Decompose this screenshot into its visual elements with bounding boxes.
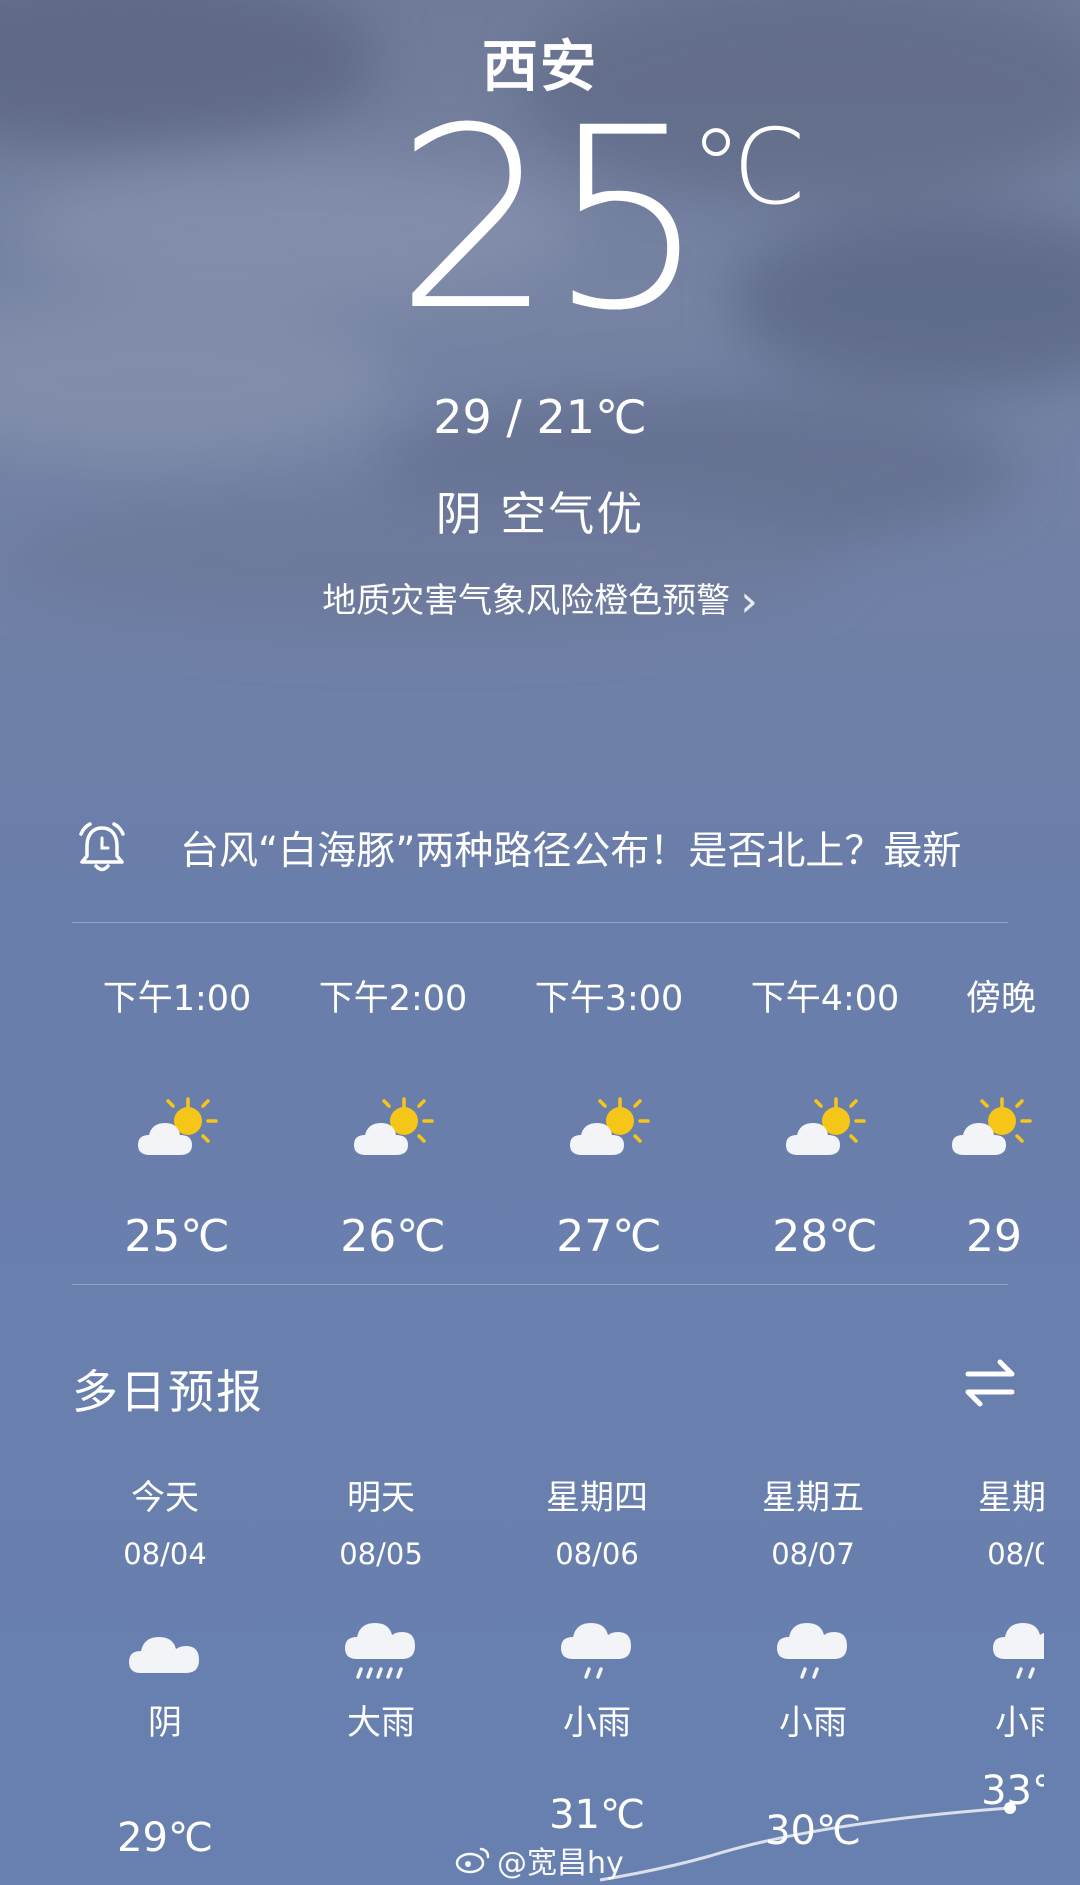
day-high-temp: 31℃	[549, 1792, 645, 1838]
hour-time: 下午1:00	[102, 979, 252, 1019]
weather-condition: 阴 空气优	[435, 487, 645, 541]
day-high-temp: 30℃	[765, 1808, 861, 1854]
heavy-rain-icon	[341, 1611, 421, 1691]
hour-time: 下午4:00	[750, 979, 900, 1019]
day-condition: 小雨	[995, 1703, 1044, 1743]
partly-cloudy-icon	[132, 1091, 222, 1171]
hour-time: 傍晚	[966, 979, 1037, 1019]
day-condition: 大雨	[347, 1703, 415, 1743]
day-high-temp: 33℃	[981, 1768, 1044, 1814]
partly-cloudy-icon	[564, 1091, 654, 1171]
day-date: 08/06	[555, 1537, 639, 1571]
current-temperature: 25 ℃	[0, 95, 1080, 345]
partly-cloudy-icon	[946, 1091, 1036, 1171]
hour-temperature: 27℃	[556, 1211, 662, 1260]
daily-item[interactable]: 今天 08/04 阴	[60, 1470, 270, 1744]
hour-temperature: 25℃	[124, 1211, 230, 1260]
multi-day-title: 多日预报	[72, 1365, 264, 1419]
divider	[72, 1284, 1008, 1285]
hourly-forecast[interactable]: 下午1:00 25℃ 下午2:00 26℃ 下午3:00 27℃ 下午4:00 …	[72, 960, 1044, 1260]
partly-cloudy-icon	[348, 1091, 438, 1171]
warning-text: 地质灾害气象风险橙色预警	[322, 581, 731, 621]
partly-cloudy-icon	[780, 1091, 870, 1171]
hour-time: 下午2:00	[318, 979, 468, 1019]
temperature-value: 25	[395, 74, 707, 365]
news-banner[interactable]: 台风“白海豚”两种路径公布！是否北上？最新	[72, 816, 1012, 880]
temperature-unit: ℃	[690, 106, 807, 228]
hour-time: 下午3:00	[534, 979, 684, 1019]
hourly-item[interactable]: 下午2:00 26℃	[288, 970, 498, 1260]
day-name: 星期五	[762, 1478, 864, 1518]
day-date: 08/08	[987, 1537, 1044, 1571]
day-condition: 小雨	[779, 1703, 847, 1743]
light-rain-icon	[557, 1611, 637, 1691]
weibo-logo-icon	[455, 1847, 490, 1874]
hourly-item[interactable]: 下午1:00 25℃	[72, 970, 282, 1260]
news-headline: 台风“白海豚”两种路径公布！是否北上？最新	[180, 829, 962, 874]
daily-item[interactable]: 星期五 08/07 小雨	[708, 1470, 918, 1744]
day-name: 星期六	[978, 1478, 1044, 1518]
day-condition: 小雨	[563, 1703, 631, 1743]
chevron-right-icon: ›	[740, 576, 758, 627]
daily-item[interactable]: 星期四 08/06 小雨	[492, 1470, 702, 1744]
bell-alert-icon	[79, 822, 125, 872]
divider	[72, 922, 1008, 923]
light-rain-icon	[989, 1611, 1044, 1691]
temperature-range: 29 / 21℃	[433, 390, 647, 444]
day-name: 今天	[131, 1478, 199, 1518]
day-date: 08/07	[771, 1537, 855, 1571]
day-high-temp: 29℃	[117, 1815, 213, 1861]
day-condition: 阴	[148, 1703, 182, 1743]
hourly-item[interactable]: 傍晚 29	[936, 970, 1044, 1260]
day-date: 08/05	[339, 1537, 423, 1571]
hourly-item[interactable]: 下午4:00 28℃	[720, 970, 930, 1260]
cloudy-icon	[125, 1611, 205, 1691]
light-rain-icon	[773, 1611, 853, 1691]
daily-item[interactable]: 星期六 08/08 小雨	[924, 1470, 1044, 1744]
daily-forecast[interactable]: 今天 08/04 阴 明天 08/05 大雨 星期四 08/06 小雨 星期五 …	[60, 1470, 1044, 1885]
day-name: 星期四	[546, 1478, 648, 1518]
daily-item[interactable]: 明天 08/05 大雨	[276, 1470, 486, 1744]
hour-temperature: 29	[966, 1211, 1022, 1260]
swap-icon[interactable]	[960, 1352, 1020, 1412]
day-date: 08/04	[123, 1537, 207, 1571]
hourly-item[interactable]: 下午3:00 27℃	[504, 970, 714, 1260]
day-name: 明天	[347, 1478, 415, 1518]
weather-warning-link[interactable]: 地质灾害气象风险橙色预警 ›	[0, 573, 1080, 627]
hour-temperature: 28℃	[772, 1211, 878, 1260]
hour-temperature: 26℃	[340, 1211, 446, 1260]
watermark-text: @宽昌hy	[497, 1846, 624, 1881]
watermark: @宽昌hy	[455, 1838, 624, 1882]
